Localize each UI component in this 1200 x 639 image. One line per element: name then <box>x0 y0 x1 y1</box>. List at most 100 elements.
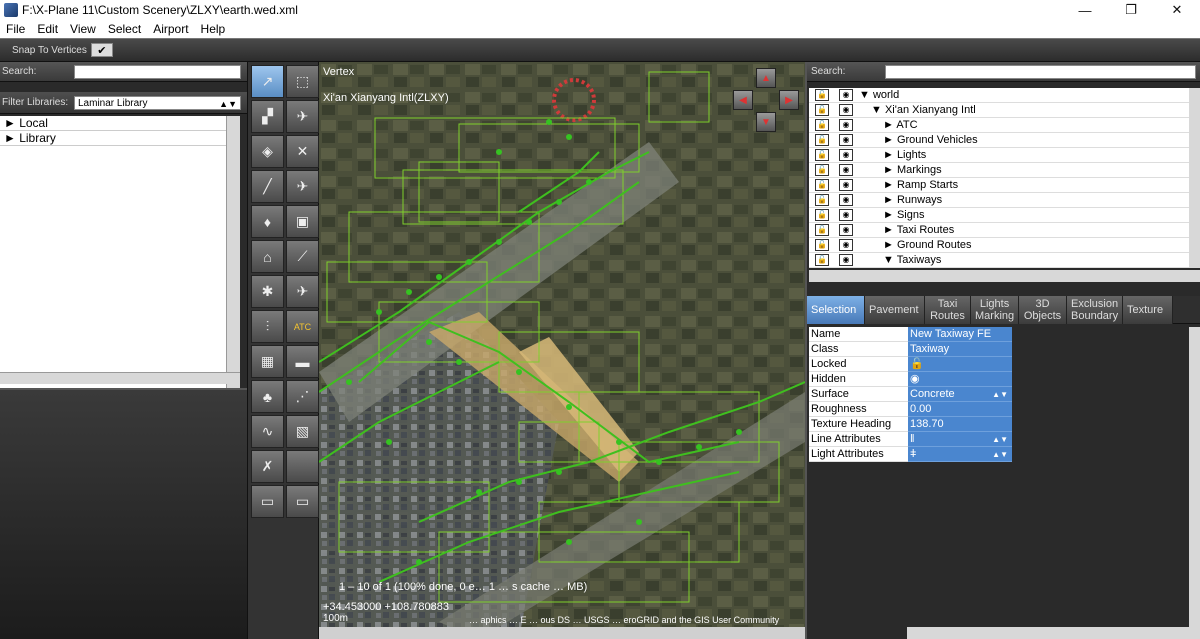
object-icon[interactable]: ▬ <box>286 345 319 378</box>
eye-icon[interactable]: ◉ <box>839 149 853 161</box>
tab-selection[interactable]: Selection <box>807 296 865 324</box>
line-icon[interactable]: ⋰ <box>286 380 319 413</box>
lock-icon[interactable]: 🔓 <box>815 104 829 116</box>
helipad-icon[interactable]: ✈ <box>286 100 319 133</box>
lock-icon[interactable]: 🔓 <box>815 134 829 146</box>
property-value[interactable]: 0.00 <box>908 402 1012 417</box>
menu-file[interactable]: File <box>0 22 31 36</box>
truck-icon[interactable]: ▭ <box>251 485 284 518</box>
boundary-icon[interactable]: ✕ <box>286 135 319 168</box>
properties-horizontal-scrollbar[interactable] <box>907 627 1200 639</box>
properties-vertical-scrollbar[interactable] <box>1189 327 1200 627</box>
eye-icon[interactable]: ◉ <box>839 254 853 266</box>
draped-polygon-icon[interactable]: ▧ <box>286 415 319 448</box>
eye-icon[interactable]: ◉ <box>839 179 853 191</box>
blank-tool-icon[interactable] <box>286 450 319 483</box>
marquee-icon[interactable]: ⬚ <box>286 65 319 98</box>
hierarchy-horizontal-scrollbar[interactable] <box>809 270 1200 282</box>
filter-libraries-select[interactable]: Laminar Library ▲▼ <box>74 95 241 110</box>
eye-icon[interactable]: ◉ <box>839 89 853 101</box>
light-fixture-icon[interactable]: ♦ <box>251 205 284 238</box>
atc-icon[interactable]: ATC <box>286 310 319 343</box>
taxiway-icon[interactable]: ◈ <box>251 135 284 168</box>
beacon-icon[interactable]: ✱ <box>251 275 284 308</box>
lock-icon[interactable]: 🔓 <box>815 239 829 251</box>
eye-icon[interactable]: ◉ <box>839 224 853 236</box>
lock-icon[interactable]: 🔓 <box>815 209 829 221</box>
library-item-local[interactable]: ► Local <box>0 116 240 131</box>
tree-row[interactable]: 🔓 ◉ ▼ Taxiways <box>809 253 1189 268</box>
menu-view[interactable]: View <box>64 22 102 36</box>
forest-icon[interactable]: ♣ <box>251 380 284 413</box>
pan-up-icon[interactable]: ▲ <box>756 68 776 88</box>
windsock-icon[interactable]: ⟋ <box>286 240 319 273</box>
polyline-icon[interactable]: ∿ <box>251 415 284 448</box>
hierarchy-search-input[interactable] <box>885 64 1196 79</box>
pan-right-icon[interactable]: ▶ <box>779 90 799 110</box>
tree-row[interactable]: 🔓 ◉ ► ATC <box>809 118 1189 133</box>
minimize-button[interactable]: — <box>1062 0 1108 20</box>
tab-lights-marking[interactable]: Lights Marking <box>971 296 1019 324</box>
property-value[interactable]: Taxiway <box>908 342 1012 357</box>
lock-icon[interactable]: 🔓 <box>815 194 829 206</box>
property-value[interactable]: ‖ ▲▼ <box>908 432 1012 447</box>
tab-texture[interactable]: Texture <box>1123 296 1173 324</box>
property-value[interactable]: Concrete ▲▼ <box>908 387 1012 402</box>
hierarchy-vertical-scrollbar[interactable] <box>1189 88 1200 268</box>
tree-row[interactable]: 🔓 ◉ ► Ground Routes <box>809 238 1189 253</box>
lock-icon[interactable]: 🔓 <box>815 224 829 236</box>
menu-select[interactable]: Select <box>102 22 147 36</box>
sign-icon[interactable]: ▣ <box>286 205 319 238</box>
lock-icon[interactable]: 🔓 <box>815 179 829 191</box>
snap-to-vertices-checkbox[interactable]: ✔ <box>90 43 113 57</box>
ramp-start-icon[interactable]: ✈ <box>286 170 319 203</box>
chevron-updown-icon[interactable]: ▲▼ <box>992 432 1008 447</box>
eye-icon[interactable]: ◉ <box>839 104 853 116</box>
map-view[interactable]: Vertex Xi'an Xianyang Intl(ZLXY) ▲ ◀ ▶ ▼… <box>319 62 805 639</box>
eye-icon[interactable]: ◉ <box>839 194 853 206</box>
tree-row[interactable]: 🔓 ◉ ► Runways <box>809 193 1189 208</box>
tree-row[interactable]: 🔓 ◉ ▼ Xi'an Xianyang Intl <box>809 103 1189 118</box>
runway-icon[interactable]: ▞ <box>251 100 284 133</box>
menu-help[interactable]: Help <box>195 22 232 36</box>
lock-icon[interactable]: 🔓 <box>815 164 829 176</box>
property-value[interactable]: 138.70 <box>908 417 1012 432</box>
map-horizontal-scrollbar[interactable] <box>319 627 805 639</box>
chevron-updown-icon[interactable]: ▲▼ <box>992 447 1008 462</box>
lock-icon[interactable]: 🔓 <box>815 149 829 161</box>
building-icon[interactable]: ▦ <box>251 345 284 378</box>
lock-icon[interactable]: 🔓 <box>815 119 829 131</box>
tab-exclusion-boundary[interactable]: Exclusion Boundary <box>1067 296 1123 324</box>
eye-icon[interactable]: ◉ <box>839 134 853 146</box>
property-value[interactable]: 🔓 <box>908 357 1012 372</box>
tab-pavement[interactable]: Pavement <box>865 296 925 324</box>
vehicle-route-icon[interactable]: ▭ <box>286 485 319 518</box>
library-search-input[interactable] <box>74 64 241 79</box>
tower-icon[interactable]: ⌂ <box>251 240 284 273</box>
library-item-library[interactable]: ► Library <box>0 131 240 146</box>
menu-airport[interactable]: Airport <box>147 22 194 36</box>
property-value[interactable]: New Taxiway FE <box>908 327 1012 342</box>
eye-icon[interactable]: ◉ <box>839 239 853 251</box>
close-button[interactable]: ✕ <box>1154 0 1200 20</box>
tree-row[interactable]: 🔓 ◉ ► Taxi Routes <box>809 223 1189 238</box>
tree-row[interactable]: 🔓 ◉ ► Markings <box>809 163 1189 178</box>
eye-icon[interactable]: ◉ <box>839 209 853 221</box>
exclusion-icon[interactable]: ✗ <box>251 450 284 483</box>
tree-row[interactable]: 🔓 ◉ ► Signs <box>809 208 1189 223</box>
tree-row[interactable]: 🔓 ◉ ► Ramp Starts <box>809 178 1189 193</box>
pan-down-icon[interactable]: ▼ <box>756 112 776 132</box>
lock-icon[interactable]: 🔓 <box>815 89 829 101</box>
tab-taxi-routes[interactable]: Taxi Routes <box>925 296 971 324</box>
vertex-select-icon[interactable]: ↗ <box>251 65 284 98</box>
chevron-updown-icon[interactable]: ▲▼ <box>992 387 1008 402</box>
atc-route-icon[interactable]: ⫶ <box>251 310 284 343</box>
restore-button[interactable]: ❐ <box>1108 0 1154 20</box>
tree-row[interactable]: 🔓 ◉ ▼ world <box>809 88 1189 103</box>
eye-icon[interactable]: ◉ <box>839 119 853 131</box>
tree-row[interactable]: 🔓 ◉ ► Ground Vehicles <box>809 133 1189 148</box>
tab-3d-objects[interactable]: 3D Objects <box>1019 296 1067 324</box>
property-value[interactable]: ◉ <box>908 372 1012 387</box>
route-icon[interactable]: ✈ <box>286 275 319 308</box>
property-value[interactable]: ǂ ▲▼ <box>908 447 1012 462</box>
